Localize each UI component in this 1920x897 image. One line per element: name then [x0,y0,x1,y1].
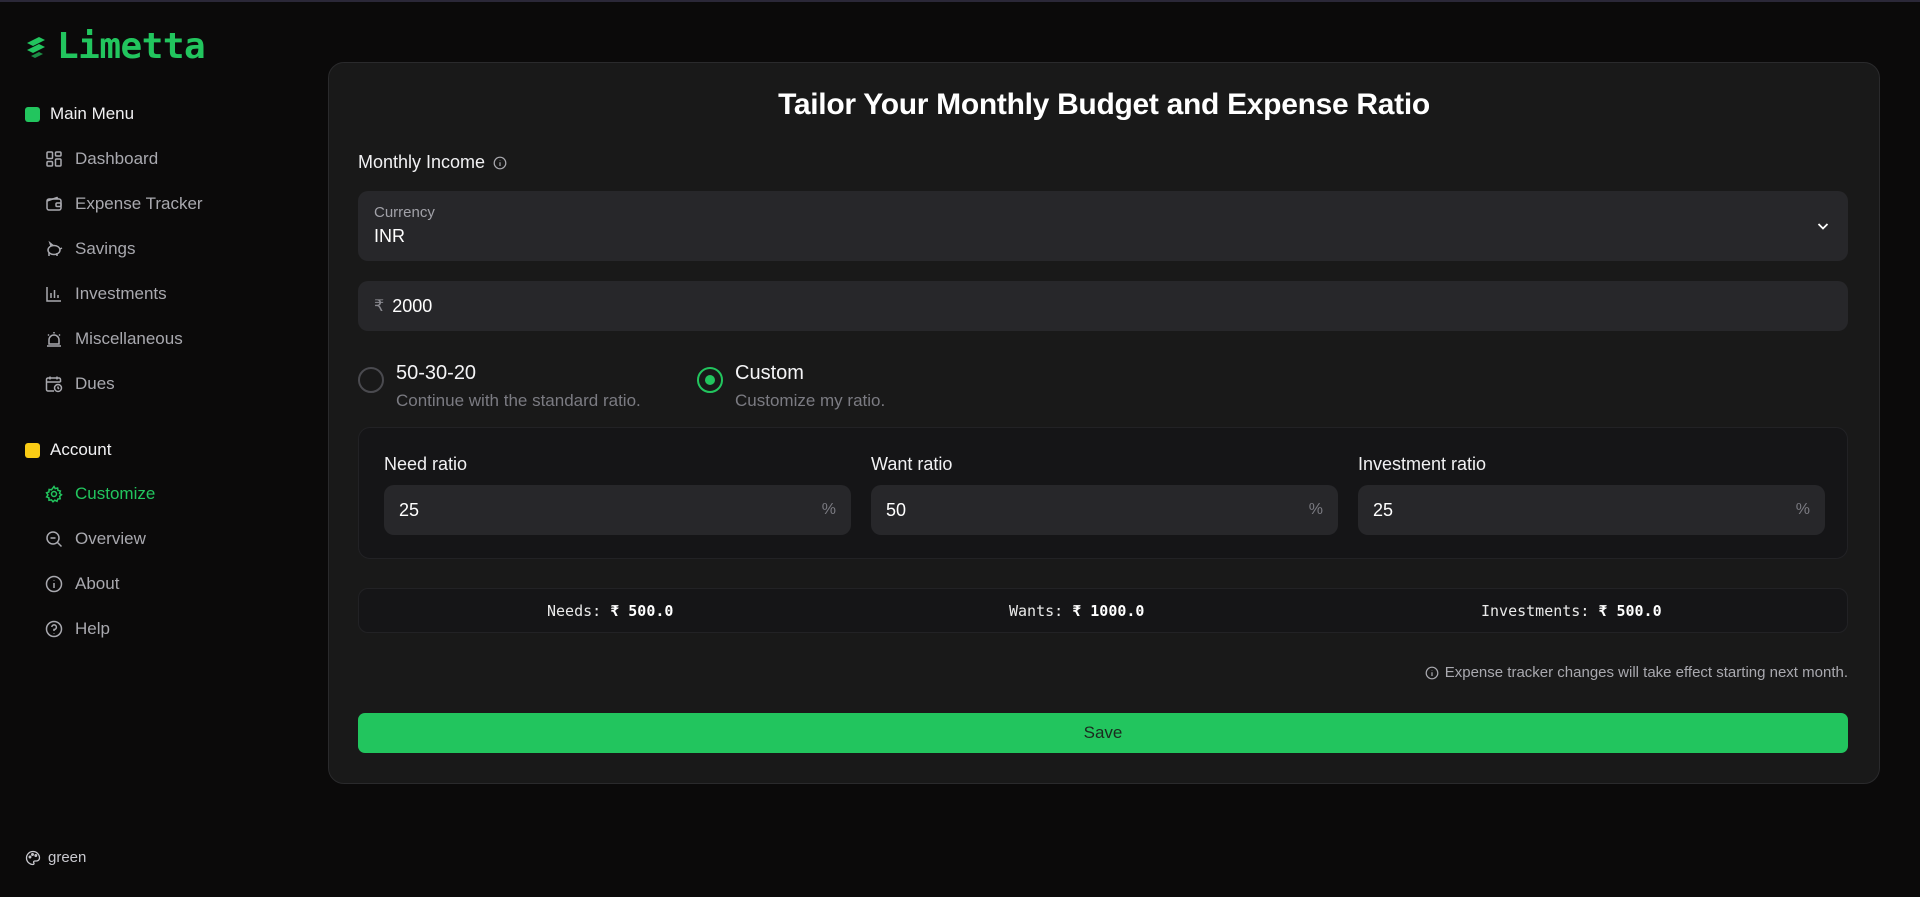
need-ratio-input[interactable]: 25 % [384,485,851,535]
theme-selector[interactable]: green [25,849,86,866]
sidebar-item-label: Expense Tracker [75,194,203,213]
sidebar-item-label: Customize [75,484,156,503]
info-icon [1425,666,1439,679]
info-icon [45,575,63,593]
sidebar-item-about[interactable]: About [45,574,119,594]
radio-description: Continue with the standard ratio. [396,391,641,410]
percent-suffix: % [1795,501,1810,518]
radio-circle[interactable] [358,367,384,393]
investments-label: Investments: [1481,602,1590,620]
income-amount-value: 2000 [392,295,433,316]
theme-label: green [48,849,87,866]
help-icon [45,620,63,638]
allocation-summary: Needs: ₹ 500.0 Wants: ₹ 1000.0 Investmen… [358,588,1848,633]
want-ratio-field: Want ratio 50 % [871,454,1338,535]
gear-icon [45,485,63,503]
sidebar-item-help[interactable]: Help [45,619,110,639]
want-ratio-input[interactable]: 50 % [871,485,1338,535]
info-icon[interactable] [493,156,507,170]
sidebar-item-label: About [75,574,120,593]
needs-summary: Needs: ₹ 500.0 [547,602,673,620]
section-account: Account [25,440,111,460]
sidebar-item-label: Dashboard [75,149,159,168]
investment-ratio-field: Investment ratio 25 % [1358,454,1825,535]
radio-title: 50-30-20 [396,362,477,384]
sidebar-item-expense-tracker[interactable]: Expense Tracker [45,194,203,214]
currency-label: Currency [374,204,435,221]
needs-label: Needs: [547,602,602,620]
account-marker [25,442,40,458]
percent-suffix: % [1308,501,1323,518]
dashboard-icon [46,151,62,167]
investments-amount: ₹ 500.0 [1598,602,1662,620]
sidebar-item-dues[interactable]: Dues [45,374,115,394]
bar-chart-icon [46,287,61,302]
sidebar-item-customize[interactable]: Customize [45,484,155,504]
need-ratio-label: Need ratio [384,454,468,474]
effect-note: Expense tracker changes will take effect… [1425,664,1848,681]
need-ratio-value: 25 [399,500,420,520]
sidebar-item-label: Savings [75,239,136,258]
limetta-logo-icon [27,36,45,58]
investment-ratio-input[interactable]: 25 % [1358,485,1825,535]
sidebar-item-dashboard[interactable]: Dashboard [45,149,158,169]
palette-icon [25,850,41,865]
sidebar-item-miscellaneous[interactable]: Miscellaneous [45,329,183,349]
sidebar-item-label: Investments [75,284,167,303]
search-icon [46,531,63,548]
section-title: Account [50,440,112,459]
page-title: Tailor Your Monthly Budget and Expense R… [778,88,1430,121]
calendar-clock-icon [45,376,63,393]
sidebar-item-savings[interactable]: Savings [45,239,135,259]
sidebar-item-overview[interactable]: Overview [45,529,146,549]
sidebar-item-investments[interactable]: Investments [45,284,167,304]
app-logo[interactable]: Limetta [25,26,206,67]
sidebar-item-label: Help [75,619,110,638]
section-main-menu: Main Menu [25,104,134,124]
save-button[interactable]: Save [358,713,1848,753]
wallet-icon [46,196,62,211]
radio-title: Custom [735,362,804,384]
sidebar-item-label: Miscellaneous [75,329,183,348]
radio-description: Customize my ratio. [735,391,886,410]
sidebar-item-label: Dues [75,374,115,393]
wants-label: Wants: [1009,602,1064,620]
app-name: Limetta [57,26,206,67]
section-title: Main Menu [50,104,135,123]
sidebar: Limetta Main Menu Dashboard Expense Trac… [0,0,300,897]
note-text: Expense tracker changes will take effect… [1444,664,1848,681]
investment-ratio-value: 25 [1373,500,1394,520]
investments-summary: Investments: ₹ 500.0 [1481,602,1662,620]
need-ratio-field: Need ratio 25 % [384,454,851,535]
wants-amount: ₹ 1000.0 [1072,602,1145,620]
monthly-income-label: Monthly Income [358,152,507,173]
want-ratio-label: Want ratio [871,454,953,474]
currency-select[interactable]: Currency INR [358,191,1848,261]
income-label-text: Monthly Income [358,152,486,172]
radio-standard-ratio[interactable]: 50-30-20 Continue with the standard rati… [358,362,641,411]
siren-icon [47,332,61,347]
want-ratio-value: 50 [886,500,907,520]
radio-circle[interactable] [697,367,723,393]
currency-value: INR [374,226,405,246]
income-amount-input[interactable]: ₹ 2000 [358,281,1848,331]
sidebar-item-label: Overview [75,529,146,548]
ratio-panel: Need ratio 25 % Want ratio 50 % Investme… [358,427,1848,559]
piggy-bank-icon [47,240,63,256]
radio-custom-ratio[interactable]: Custom Customize my ratio. [697,362,885,411]
chevron-down-icon [1817,223,1829,230]
currency-symbol: ₹ [374,298,385,315]
investment-ratio-label: Investment ratio [1358,454,1487,474]
main-menu-marker [25,106,40,122]
needs-amount: ₹ 500.0 [610,602,674,620]
wants-summary: Wants: ₹ 1000.0 [1009,602,1144,620]
percent-suffix: % [821,501,836,518]
